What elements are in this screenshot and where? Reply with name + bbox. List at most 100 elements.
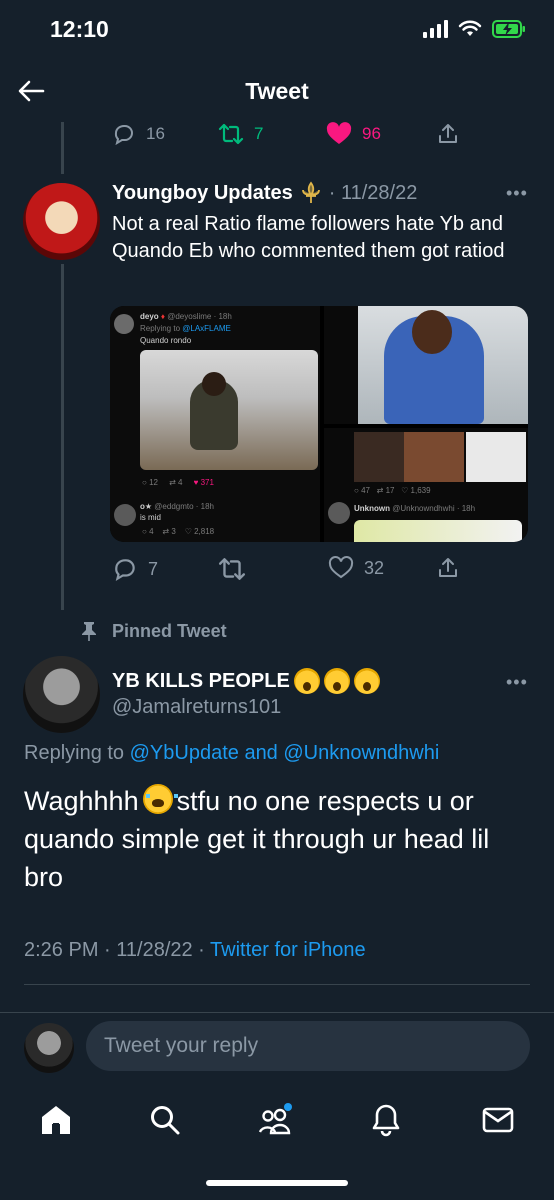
reply-bar (0, 1012, 554, 1082)
tweet-date: · 11/28/22 (328, 181, 418, 204)
battery-charging-icon (492, 20, 525, 38)
heart-filled-icon (326, 122, 352, 144)
mini-photo (140, 350, 318, 470)
mini-replies-right: 47 (361, 486, 370, 495)
mini-handle-3: @Unknowndhwhi · 18h (392, 504, 476, 513)
tweet-author-name[interactable]: Youngboy Updates (112, 182, 293, 205)
mini-text-2: is mid (140, 513, 161, 522)
tab-search[interactable] (145, 1100, 185, 1140)
pinned-text: Pinned Tweet (112, 620, 227, 641)
mini-photo-3 (354, 520, 522, 542)
mini-header-3: Unknown @Unknowndhwhi · 18h (354, 504, 475, 513)
main-tweet-text: Waghhhh stfu no one respects u or quando … (24, 782, 534, 896)
mini-likes-2: 2,818 (194, 527, 215, 536)
home-icon (42, 1106, 70, 1134)
tweet-timestamp: 2:26 PM · 11/28/22 · Twitter for iPhone (24, 939, 366, 962)
reply-icon (114, 125, 133, 146)
share-icon (439, 124, 457, 143)
mini-handle: @deyoslime · 18h (167, 312, 232, 321)
main-author-name-row[interactable]: YB KILLS PEOPLE (112, 668, 380, 694)
mini-user-3: Unknown (354, 504, 390, 513)
crying-emoji-icon (142, 784, 178, 814)
reply-input[interactable] (86, 1021, 530, 1071)
media-photo-right-top[interactable] (324, 306, 528, 424)
mini-actions-2: ○ 4 ⇄ 3 ♡ 2,818 (142, 527, 215, 536)
mini-retweets: 4 (178, 478, 183, 487)
status-bar: 12:10 (0, 0, 554, 60)
tab-messages[interactable] (478, 1100, 518, 1140)
main-author-avatar[interactable] (23, 656, 100, 733)
mini-replying: Replying to @LAxFLAME (140, 324, 231, 333)
time-date: 2:26 PM · 11/28/22 · (24, 939, 205, 961)
scream-emoji-icon (353, 668, 380, 694)
retweet-icon (218, 123, 244, 145)
more-options-icon[interactable]: ••• (506, 672, 528, 693)
replying-prefix: Replying to (24, 742, 125, 764)
like-action[interactable]: 96 (326, 122, 381, 146)
reply-icon (115, 559, 135, 582)
page-title: Tweet (245, 78, 309, 104)
retweet-icon (218, 558, 246, 580)
mini-header: deyo ♦ @deyoslime · 18h (140, 312, 232, 321)
mini-replying-to: @LAxFLAME (182, 324, 231, 333)
like-count: 96 (362, 124, 381, 143)
media-screenshot-left[interactable]: deyo ♦ @deyoslime · 18h Replying to @LAx… (110, 306, 320, 542)
retweet-count: 7 (254, 124, 264, 143)
tab-notifications[interactable] (366, 1100, 406, 1140)
share-action[interactable] (436, 122, 460, 146)
youngboy-updates-avatar[interactable] (23, 183, 100, 260)
mini-avatar-2 (114, 504, 136, 526)
current-user-avatar (24, 1023, 74, 1073)
mini-retweets-right: 17 (385, 486, 395, 495)
media-screenshot-right-bottom[interactable]: ○ 47 ⇄ 17 ♡ 1,639 Unknown @Unknowndhwhi … (324, 428, 528, 542)
messages-icon (482, 1107, 514, 1133)
tweet1-reply-action[interactable]: 7 (112, 556, 158, 582)
mini-likes-right: 1,639 (410, 486, 431, 495)
communities-icon (258, 1103, 292, 1135)
tweet1-share-action[interactable] (436, 556, 460, 580)
pin-icon (82, 622, 96, 641)
status-time: 12:10 (50, 16, 109, 42)
scream-emoji-icon (293, 668, 320, 694)
more-options-icon[interactable]: ••• (506, 183, 528, 204)
search-icon (151, 1106, 180, 1135)
mini-replying-prefix: Replying to (140, 324, 181, 333)
status-icons (423, 20, 526, 38)
reply-action[interactable]: 16 (112, 122, 165, 146)
heart-icon (328, 556, 354, 579)
mini-replies: 12 (149, 478, 158, 487)
main-author-name: YB KILLS PEOPLE (112, 669, 290, 692)
reply-count: 16 (146, 124, 165, 143)
tab-home[interactable] (36, 1100, 76, 1140)
mini-actions-right: ○ 47 ⇄ 17 ♡ 1,639 (354, 486, 431, 495)
replying-to: Replying to @YbUpdate and @Unknowndhwhi (24, 742, 439, 765)
tab-communities[interactable] (256, 1100, 296, 1140)
header: Tweet (0, 60, 554, 122)
scream-emoji-icon (323, 668, 350, 694)
divider (24, 984, 530, 985)
tweet1-reply-count: 7 (148, 558, 159, 579)
notifications-icon (372, 1104, 400, 1137)
thread-line (61, 264, 64, 610)
thread-line (61, 122, 64, 174)
tweet-source[interactable]: Twitter for iPhone (210, 939, 366, 961)
mini-user: deyo (140, 312, 159, 321)
main-text-part1: Waghhhh (24, 786, 139, 816)
tweet1-like-action[interactable]: 32 (328, 556, 384, 580)
tweet1-like-count: 32 (364, 557, 385, 578)
tweet1-retweet-action[interactable] (218, 556, 246, 582)
tweet-media-grid[interactable]: deyo ♦ @deyoslime · 18h Replying to @LAx… (110, 306, 528, 542)
tweet-header: Youngboy Updates · 11/28/22 (112, 181, 417, 205)
mini-actions: ○ 12 ⇄ 4 ♥ 371 (142, 478, 214, 487)
mini-handle-2: @eddgmto · 18h (154, 502, 215, 511)
mini-user-2: o★ (140, 502, 153, 511)
mini-replies-2: 4 (149, 527, 154, 536)
main-author-handle[interactable]: @Jamalreturns101 (112, 696, 281, 719)
share-icon (439, 558, 457, 577)
signal-icon (423, 20, 448, 38)
mini-retweets-2: 3 (171, 527, 176, 536)
tweet-text: Not a real Ratio flame followers hate Yb… (112, 213, 505, 262)
retweet-action[interactable]: 7 (218, 122, 263, 146)
replying-to-users[interactable]: @YbUpdate and @Unknowndhwhi (130, 742, 440, 764)
mini-avatar-3 (328, 502, 350, 524)
